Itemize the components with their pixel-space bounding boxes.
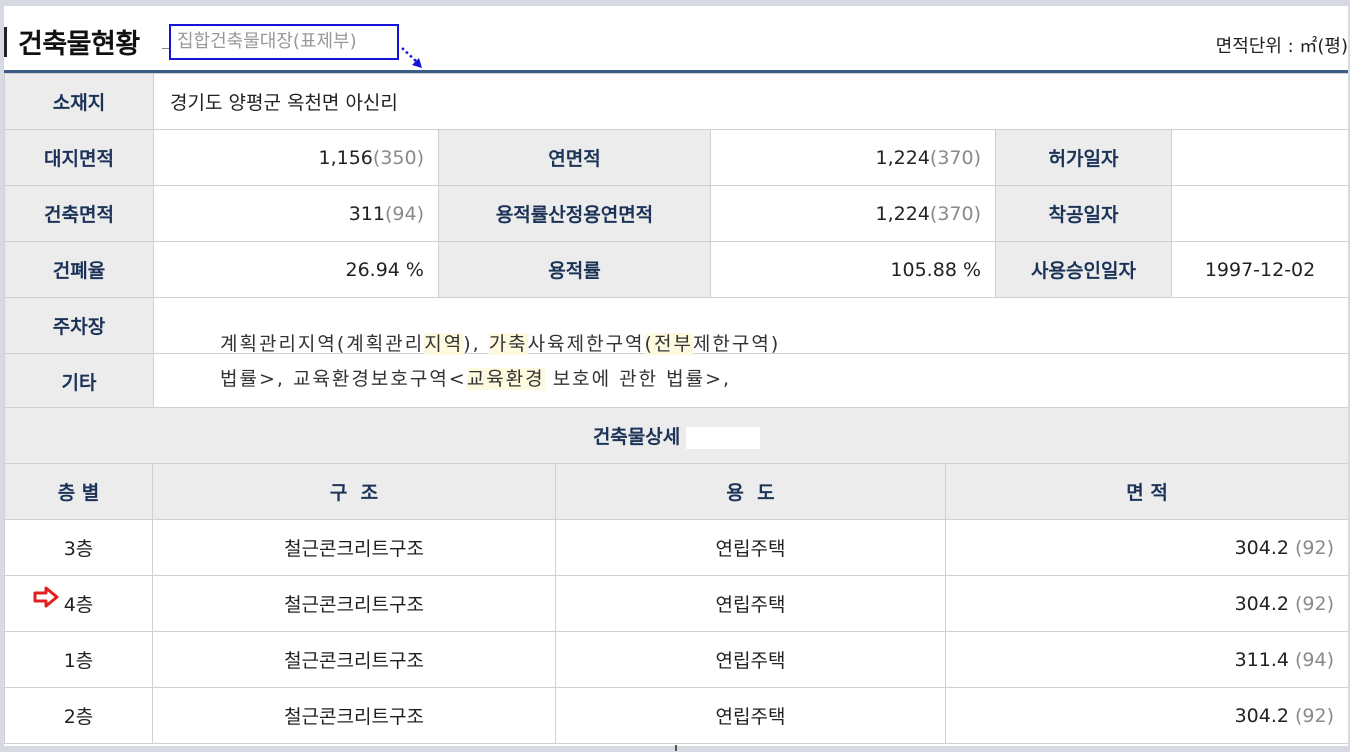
- permit-date-label: 허가일자: [995, 129, 1172, 186]
- use-cell: 연립주택: [555, 519, 946, 576]
- far-value: 105.88 %: [710, 241, 996, 298]
- table-row[interactable]: 4층 철근콘크리트구조 연립주택 304.2 (92): [4, 575, 1348, 632]
- table-row[interactable]: 2층 철근콘크리트구조 연립주택 304.2 (92): [4, 687, 1348, 744]
- col-structure-header: 구 조: [152, 463, 556, 520]
- building-area-value: 311(94): [153, 185, 439, 242]
- use-cell: 연립주택: [555, 687, 946, 744]
- section-blank-box: [686, 426, 761, 449]
- far-calc-area-value: 1,224(370): [710, 185, 996, 242]
- area-cell: 304.2 (92): [944, 687, 1348, 744]
- area-cell: 304.2 (92): [944, 519, 1348, 576]
- floor-cell: 2층: [4, 687, 153, 744]
- red-right-arrow-icon: [33, 586, 59, 608]
- approval-date-value: 1997-12-02: [1170, 241, 1348, 298]
- site-area-sqm: 1,156: [318, 146, 373, 169]
- far-calc-area-pyeong: (370): [929, 202, 981, 225]
- other-info-line-1: 계획관리지역(계획관리지역), 가축사육제한구역(전부제한구역): [220, 333, 781, 355]
- other-info-line-2: 법률>, 교육환경보호구역<교육환경 보호에 관한 법률>,: [220, 368, 732, 390]
- other-label: 기타: [4, 353, 154, 410]
- building-area-pyeong: (94): [384, 202, 424, 225]
- coverage-value: 26.94 %: [153, 241, 439, 298]
- floor-cell: 4층: [4, 575, 153, 632]
- building-area-sqm: 311: [348, 202, 385, 225]
- detail-section-row: 건축물상세: [4, 407, 1348, 464]
- coverage-label: 건폐율: [4, 241, 154, 298]
- col-area-header: 면 적: [944, 463, 1348, 520]
- other-info-text: 계획관리지역(계획관리지역), 가축사육제한구역(전부제한구역) 법률>, 교육…: [220, 329, 781, 390]
- structure-cell: 철근콘크리트구조: [152, 687, 556, 744]
- far-calc-area-label: 용적률산정용연면적: [438, 185, 711, 242]
- panel-header: 건축물현황 집합건축물대장(표제부) 면적단위 : ㎡(평): [4, 6, 1348, 70]
- site-area-value: 1,156(350): [153, 129, 439, 186]
- permit-date-value: [1170, 129, 1348, 186]
- bottom-tick-mark: [675, 745, 677, 751]
- title-bar-mark: [4, 27, 7, 57]
- site-area-label: 대지면적: [4, 129, 154, 186]
- approval-date-label: 사용승인일자: [995, 241, 1172, 298]
- far-calc-area-sqm: 1,224: [875, 202, 930, 225]
- table-row[interactable]: 1층 철근콘크리트구조 연립주택 311.4 (94): [4, 631, 1348, 688]
- far-label: 용적률: [438, 241, 711, 298]
- location-row: 소재지 경기도 양평군 옥천면 아신리: [4, 73, 1348, 130]
- total-floor-area-pyeong: (370): [929, 146, 981, 169]
- detail-header-row: 층 별 구 조 용 도 면 적: [4, 463, 1348, 520]
- structure-cell: 철근콘크리트구조: [152, 575, 556, 632]
- construction-start-label: 착공일자: [995, 185, 1172, 242]
- building-info-table: 소재지 경기도 양평군 옥천면 아신리 대지면적 1,156(350) 연면적 …: [4, 73, 1348, 410]
- location-label: 소재지: [4, 73, 154, 130]
- page-title: 건축물현황: [18, 29, 140, 60]
- structure-cell: 철근콘크리트구조: [152, 631, 556, 688]
- register-type-link[interactable]: 집합건축물대장(표제부): [169, 24, 399, 60]
- use-cell: 연립주택: [555, 631, 946, 688]
- area-cell: 311.4 (94): [944, 631, 1348, 688]
- structure-cell: 철근콘크리트구조: [152, 519, 556, 576]
- construction-start-value: [1170, 185, 1348, 242]
- total-floor-area-value: 1,224(370): [710, 129, 996, 186]
- dotted-arrow-icon: [401, 47, 422, 68]
- site-area-pyeong: (350): [372, 146, 424, 169]
- total-floor-area-label: 연면적: [438, 129, 711, 186]
- col-floor-header: 층 별: [4, 463, 153, 520]
- floor-cell: 3층: [4, 519, 153, 576]
- total-floor-area-sqm: 1,224: [875, 146, 930, 169]
- floor-cell: 1층: [4, 631, 153, 688]
- building-detail-table: 건축물상세 층 별 구 조 용 도 면 적 3층 철근콘크리트구조 연립주택 3…: [4, 407, 1348, 744]
- building-status-panel: 건축물현황 집합건축물대장(표제부) 면적단위 : ㎡(평) 소재지 경기도 양…: [4, 6, 1348, 746]
- parking-label: 주차장: [4, 297, 154, 354]
- detail-section-title: 건축물상세: [4, 407, 1348, 464]
- area-row: 대지면적 1,156(350) 연면적 1,224(370) 허가일자: [4, 129, 1348, 186]
- ratio-row: 건폐율 26.94 % 용적률 105.88 % 사용승인일자 1997-12-…: [4, 241, 1348, 298]
- building-area-row: 건축면적 311(94) 용적률산정용연면적 1,224(370) 착공일자: [4, 185, 1348, 242]
- use-cell: 연립주택: [555, 575, 946, 632]
- area-cell: 304.2 (92): [944, 575, 1348, 632]
- area-unit-label: 면적단위 : ㎡(평): [1215, 36, 1348, 57]
- location-value: 경기도 양평군 옥천면 아신리: [152, 73, 1348, 130]
- building-area-label: 건축면적: [4, 185, 154, 242]
- table-row[interactable]: 3층 철근콘크리트구조 연립주택 304.2 (92): [4, 519, 1348, 576]
- col-use-header: 용 도: [555, 463, 946, 520]
